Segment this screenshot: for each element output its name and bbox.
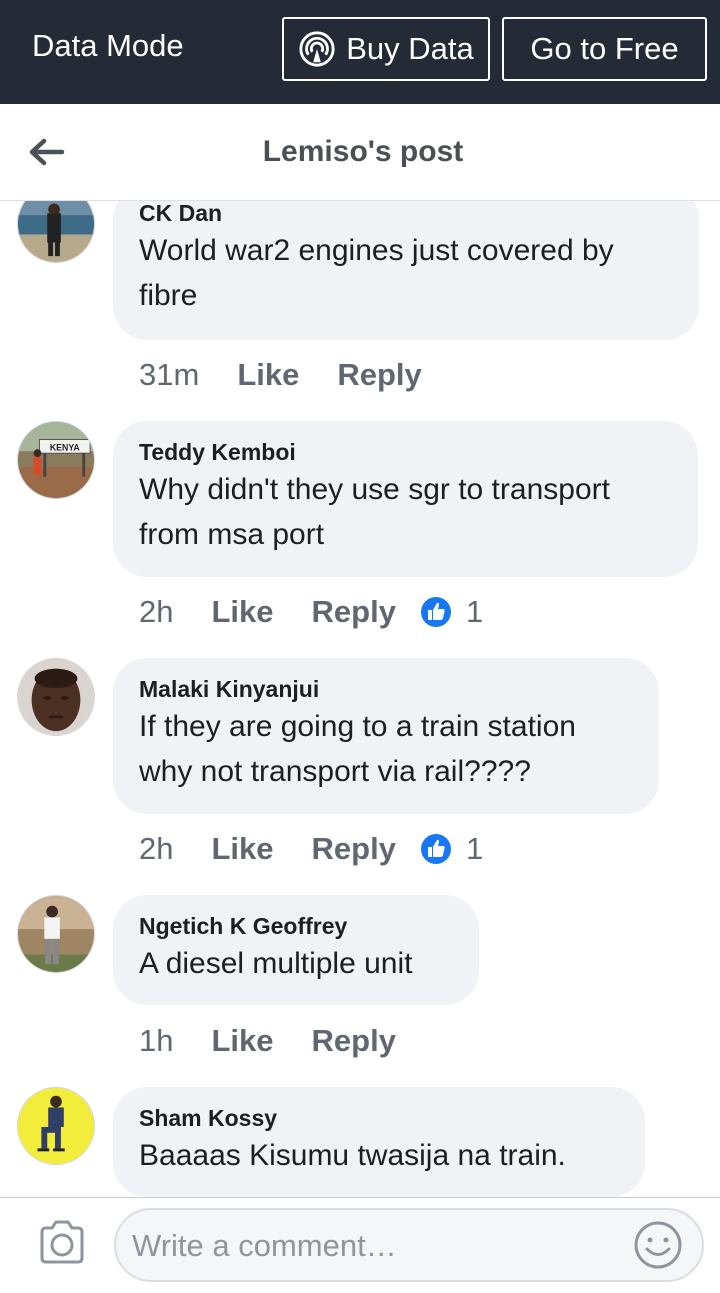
- buy-data-label: Buy Data: [346, 31, 474, 66]
- comment-bubble[interactable]: CK Dan World war2 engines just covered b…: [113, 201, 699, 340]
- like-button[interactable]: Like: [211, 594, 273, 630]
- go-to-free-button[interactable]: Go to Free: [502, 17, 707, 81]
- comment-text-line: Why didn't they use sgr to transport: [139, 473, 610, 506]
- comment-time[interactable]: 1h: [139, 1023, 173, 1059]
- comment-author[interactable]: Ngetich K Geoffrey: [139, 911, 453, 941]
- like-button[interactable]: Like: [237, 357, 299, 393]
- data-mode-bar: Data Mode Buy Data Go to Free: [0, 0, 720, 104]
- reaction-count: 1: [465, 594, 484, 629]
- go-to-free-label: Go to Free: [530, 31, 679, 66]
- comment-bubble[interactable]: Teddy Kemboi Why didn't they use sgr to …: [113, 421, 698, 577]
- like-button[interactable]: Like: [211, 1023, 273, 1059]
- avatar-photo: [18, 896, 94, 972]
- comment-time[interactable]: 2h: [139, 594, 173, 630]
- smiley-icon[interactable]: [630, 1217, 686, 1273]
- comment-field[interactable]: [114, 1208, 704, 1282]
- comment-composer: [0, 1197, 720, 1293]
- avatar[interactable]: [17, 1087, 95, 1165]
- comment-time[interactable]: 31m: [139, 357, 199, 393]
- avatar-photo: [18, 1088, 94, 1164]
- comment-text-line: World war2 engines just covered by: [139, 234, 614, 267]
- avatar-photo: KENYA: [18, 422, 94, 498]
- comment-author[interactable]: Malaki Kinyanjui: [139, 674, 633, 704]
- avatar[interactable]: KENYA: [17, 421, 95, 499]
- comment-actions: 31m Like Reply: [139, 355, 460, 395]
- reply-button[interactable]: Reply: [312, 831, 396, 867]
- page-title: Lemiso's post: [262, 135, 464, 168]
- reaction-summary[interactable]: 1: [420, 831, 483, 867]
- comment-text-line: A diesel multiple unit: [139, 947, 413, 980]
- comment-bubble[interactable]: Ngetich K Geoffrey A diesel multiple uni…: [113, 895, 479, 1005]
- camera-icon[interactable]: [36, 1216, 88, 1268]
- avatar-photo: [18, 201, 94, 262]
- data-mode-label: Data Mode: [32, 28, 184, 63]
- comment-author[interactable]: Sham Kossy: [139, 1103, 619, 1133]
- comment-author[interactable]: Teddy Kemboi: [139, 437, 672, 467]
- comment-actions: 1h Like Reply: [139, 1021, 434, 1061]
- comment-bubble[interactable]: Sham Kossy Baaaas Kisumu twasija na trai…: [113, 1087, 645, 1197]
- comment-text-line: why not transport via rail????: [139, 755, 531, 788]
- comment-text-line: from msa port: [139, 518, 325, 551]
- reply-button[interactable]: Reply: [337, 357, 421, 393]
- comment-actions: 2h Like Reply 1: [139, 829, 483, 869]
- reaction-count: 1: [465, 831, 484, 866]
- comment-time[interactable]: 2h: [139, 831, 173, 867]
- avatar-photo: [18, 659, 94, 735]
- avatar-sign-text: KENYA: [50, 442, 81, 452]
- comment-input[interactable]: [130, 1210, 634, 1282]
- avatar[interactable]: [17, 201, 95, 263]
- post-header: Lemiso's post: [0, 104, 720, 201]
- like-button[interactable]: Like: [211, 831, 273, 867]
- comment-author[interactable]: CK Dan: [139, 201, 673, 228]
- comment-text-line: Baaaas Kisumu twasija na train.: [139, 1139, 566, 1172]
- thumbs-up-icon: [420, 597, 451, 627]
- avatar[interactable]: [17, 895, 95, 973]
- comment-bubble[interactable]: Malaki Kinyanjui If they are going to a …: [113, 658, 659, 814]
- comment-text-line: fibre: [139, 279, 198, 312]
- buy-data-button[interactable]: Buy Data: [282, 17, 490, 81]
- broadcast-icon: [299, 31, 335, 67]
- reaction-summary[interactable]: 1: [420, 594, 483, 630]
- comment-text-line: If they are going to a train station: [139, 710, 576, 743]
- comment-actions: 2h Like Reply 1: [139, 592, 483, 632]
- thumbs-up-icon: [420, 834, 451, 864]
- reply-button[interactable]: Reply: [312, 594, 396, 630]
- reply-button[interactable]: Reply: [312, 1023, 396, 1059]
- comments-list[interactable]: CK Dan World war2 engines just covered b…: [0, 201, 720, 1197]
- avatar[interactable]: [17, 658, 95, 736]
